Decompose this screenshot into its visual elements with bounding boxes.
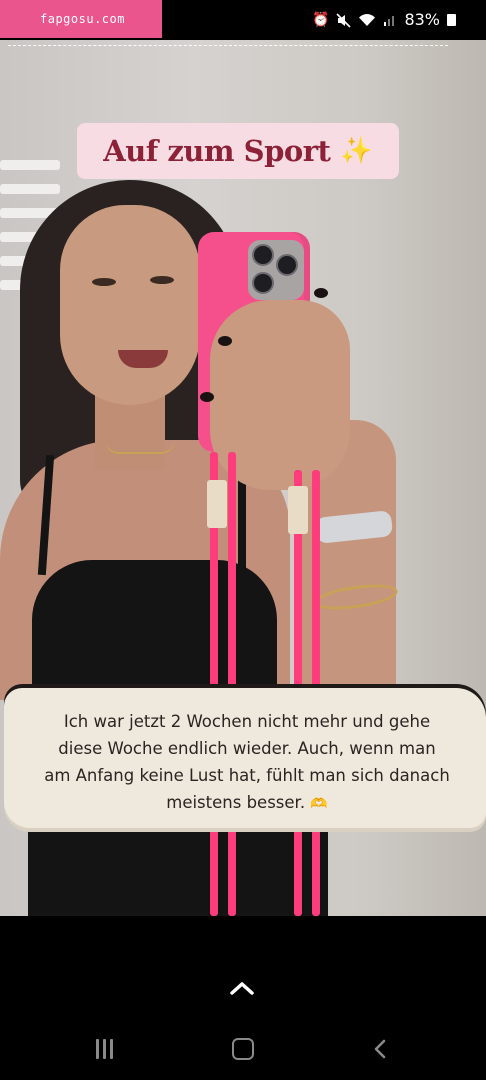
title-sticker: Auf zum Sport ✨ <box>77 123 399 179</box>
sports-bra <box>32 560 277 700</box>
fingernail <box>218 336 232 346</box>
battery-icon <box>447 14 456 26</box>
phone-lanyard <box>228 452 236 916</box>
alarm-icon: ⏰ <box>312 12 330 28</box>
signal-icon <box>384 16 395 26</box>
fingernail <box>314 288 328 298</box>
status-bar: fapgosu.com ⏰ 83% <box>0 0 486 40</box>
fingernail <box>200 392 214 402</box>
left-eye <box>92 278 116 286</box>
necklace <box>105 440 175 454</box>
status-icons: ⏰ 83% <box>312 10 456 30</box>
caption-text: Ich war jetzt 2 Wochen nicht mehr und ge… <box>44 712 450 812</box>
watermark-label: fapgosu.com <box>0 0 162 38</box>
wifi-icon <box>359 14 376 26</box>
right-eye <box>150 276 174 284</box>
story-title: Auf zum Sport <box>103 134 331 168</box>
face <box>60 205 200 405</box>
heart-hands-icon: 🫶 <box>310 796 328 812</box>
story-progress-bar <box>8 45 448 46</box>
recents-button[interactable] <box>96 1039 118 1059</box>
sparkles-icon: ✨ <box>340 136 373 166</box>
caption-box: Ich war jetzt 2 Wochen nicht mehr und ge… <box>4 688 486 828</box>
home-button[interactable] <box>232 1038 254 1060</box>
caption-text-wrap: Ich war jetzt 2 Wochen nicht mehr und ge… <box>44 708 450 818</box>
chevron-up-icon[interactable] <box>229 980 255 996</box>
lanyard-tag <box>288 486 308 534</box>
lanyard-tag <box>207 480 227 528</box>
back-button[interactable] <box>372 1038 388 1060</box>
mute-icon <box>336 12 352 28</box>
phone-camera <box>248 240 304 300</box>
battery-percentage: 83% <box>404 10 440 29</box>
